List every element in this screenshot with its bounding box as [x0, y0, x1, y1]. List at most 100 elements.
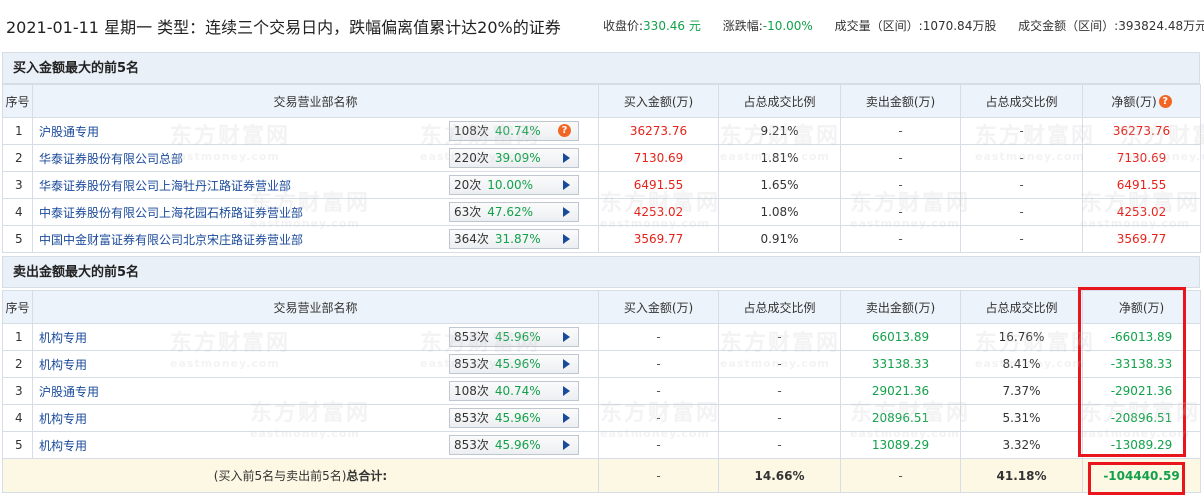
table-row: 2 机构专用 853次 45.96% - -33138.33 8.41% -33138.33 [2, 350, 1201, 378]
buy-amount: - [598, 377, 719, 405]
branch-name-link[interactable]: 沪股通专用 [39, 385, 99, 399]
sell-amount: 33138.33 [840, 350, 961, 378]
trade-count: 20次 [454, 178, 482, 192]
trade-win-rate: 10.00% [487, 178, 534, 192]
branch-name-link[interactable]: 机构专用 [39, 358, 87, 372]
sell-amount: - [840, 117, 961, 145]
col-buy-amount: 买入金额(万) [598, 290, 719, 324]
table-row: 5 机构专用 853次 45.96% - -13089.29 3.32% -13089.29 [2, 431, 1201, 459]
sell-ratio: 3.32% [960, 431, 1083, 459]
buy-amount: - [598, 404, 719, 432]
buy-ratio: - [718, 350, 841, 378]
help-icon[interactable]: ? [558, 124, 571, 137]
row-index: 3 [2, 377, 33, 405]
trade-count: 364次 [454, 232, 489, 246]
trade-count-button[interactable]: 20次 10.00% [449, 175, 579, 195]
play-arrow-icon[interactable] [563, 413, 570, 423]
trade-win-rate: 47.62% [487, 205, 534, 219]
trade-count-button[interactable]: 108次 40.74%? [449, 121, 579, 141]
branch-name-link[interactable]: 华泰证券股份有限公司上海牡丹江路证券营业部 [39, 179, 291, 193]
trade-count-button[interactable]: 853次 45.96% [449, 435, 579, 455]
row-index: 1 [2, 323, 33, 351]
trade-count-button[interactable]: 853次 45.96% [449, 408, 579, 428]
col-net-amount: 净额(万)? [1082, 84, 1201, 118]
buy-amount: 36273.76 [598, 117, 719, 145]
sell-ratio: - [960, 225, 1083, 253]
col-sell-amount: 卖出金额(万) [840, 290, 961, 324]
col-branch-name: 交易营业部名称 [32, 290, 599, 324]
trade-count-button[interactable]: 63次 47.62% [449, 202, 579, 222]
table-row: 3 华泰证券股份有限公司上海牡丹江路证券营业部 20次 10.00% 6491.55 1.… [2, 171, 1201, 199]
branch-name-link[interactable]: 中泰证券股份有限公司上海花园石桥路证券营业部 [39, 206, 303, 220]
trade-count-button[interactable]: 108次 40.74% [449, 381, 579, 401]
sell-amount: 66013.89 [840, 323, 961, 351]
col-sell-ratio: 占总成交比例 [960, 84, 1083, 118]
row-index: 4 [2, 198, 33, 226]
sell-amount: - [840, 171, 961, 199]
buy-section-title: 买入金额最大的前5名 [2, 52, 1200, 84]
trade-count: 108次 [454, 384, 489, 398]
branch-name-link[interactable]: 华泰证券股份有限公司总部 [39, 152, 183, 166]
buy-ratio: - [718, 431, 841, 459]
branch-name-link[interactable]: 机构专用 [39, 412, 87, 426]
branch-name-link[interactable]: 机构专用 [39, 331, 87, 345]
sell-amount: - [840, 144, 961, 172]
branch-cell: 中泰证券股份有限公司上海花园石桥路证券营业部 63次 47.62% [32, 198, 599, 226]
sell-ratio: - [960, 117, 1083, 145]
trade-count: 220次 [454, 151, 489, 165]
branch-name-link[interactable]: 沪股通专用 [39, 125, 99, 139]
net-amount: 4253.02 [1082, 198, 1201, 226]
branch-cell: 华泰证券股份有限公司总部 220次 39.09% [32, 144, 599, 172]
play-arrow-icon[interactable] [563, 359, 570, 369]
sell-section-title: 卖出金额最大的前5名 [2, 256, 1200, 288]
play-arrow-icon[interactable] [563, 207, 570, 217]
trade-win-rate: 45.96% [494, 438, 541, 452]
trade-win-rate: 39.09% [494, 151, 541, 165]
sell-ratio: 7.37% [960, 377, 1083, 405]
trade-count: 853次 [454, 438, 489, 452]
trade-win-rate: 40.74% [494, 384, 541, 398]
col-sell-amount: 卖出金额(万) [840, 84, 961, 118]
buy-ratio: - [718, 377, 841, 405]
play-arrow-icon[interactable] [563, 180, 570, 190]
play-arrow-icon[interactable] [563, 153, 570, 163]
trade-count: 108次 [454, 124, 489, 138]
sell-ratio: - [960, 171, 1083, 199]
buy-amount: - [598, 431, 719, 459]
play-arrow-icon[interactable] [563, 386, 570, 396]
sell-amount: 13089.29 [840, 431, 961, 459]
branch-name-link[interactable]: 机构专用 [39, 439, 87, 453]
trade-win-rate: 40.74% [494, 124, 541, 138]
buy-amount: - [598, 350, 719, 378]
branch-name-link[interactable]: 中国中金财富证券有限公司北京宋庄路证券营业部 [39, 233, 303, 247]
sell-amount: 20896.51 [840, 404, 961, 432]
row-index: 4 [2, 404, 33, 432]
table-row: 1 沪股通专用 108次 40.74%? 36273.76 9.21% - -36273.76 [2, 117, 1201, 145]
help-icon[interactable]: ? [1158, 94, 1172, 108]
sell-ratio: 8.41% [960, 350, 1083, 378]
branch-cell: 沪股通专用 108次 40.74% [32, 377, 599, 405]
buy-ratio: 0.91% [718, 225, 841, 253]
buy-amount: - [598, 323, 719, 351]
buy-ratio: - [718, 404, 841, 432]
branch-cell: 沪股通专用 108次 40.74%? [32, 117, 599, 145]
col-index: 序号 [2, 290, 33, 324]
trade-count-button[interactable]: 220次 39.09% [449, 148, 579, 168]
total-label: (买入前5名与卖出前5名)总合计: [2, 458, 599, 493]
trade-count-button[interactable]: 853次 45.96% [449, 327, 579, 347]
table-row: 1 机构专用 853次 45.96% - -66013.89 16.76% -66013.89 [2, 323, 1201, 351]
play-arrow-icon[interactable] [563, 332, 570, 342]
row-index: 3 [2, 171, 33, 199]
trade-count: 853次 [454, 411, 489, 425]
play-arrow-icon[interactable] [563, 234, 570, 244]
sell-amount: 29021.36 [840, 377, 961, 405]
trade-win-rate: 45.96% [494, 411, 541, 425]
volume: 成交量（区间）:1070.84万股 [834, 19, 997, 33]
trade-count-button[interactable]: 364次 31.87% [449, 229, 579, 249]
trade-count: 63次 [454, 205, 482, 219]
branch-cell: 机构专用 853次 45.96% [32, 431, 599, 459]
play-arrow-icon[interactable] [563, 440, 570, 450]
col-buy-amount: 买入金额(万) [598, 84, 719, 118]
buy-amount: 7130.69 [598, 144, 719, 172]
trade-count-button[interactable]: 853次 45.96% [449, 354, 579, 374]
